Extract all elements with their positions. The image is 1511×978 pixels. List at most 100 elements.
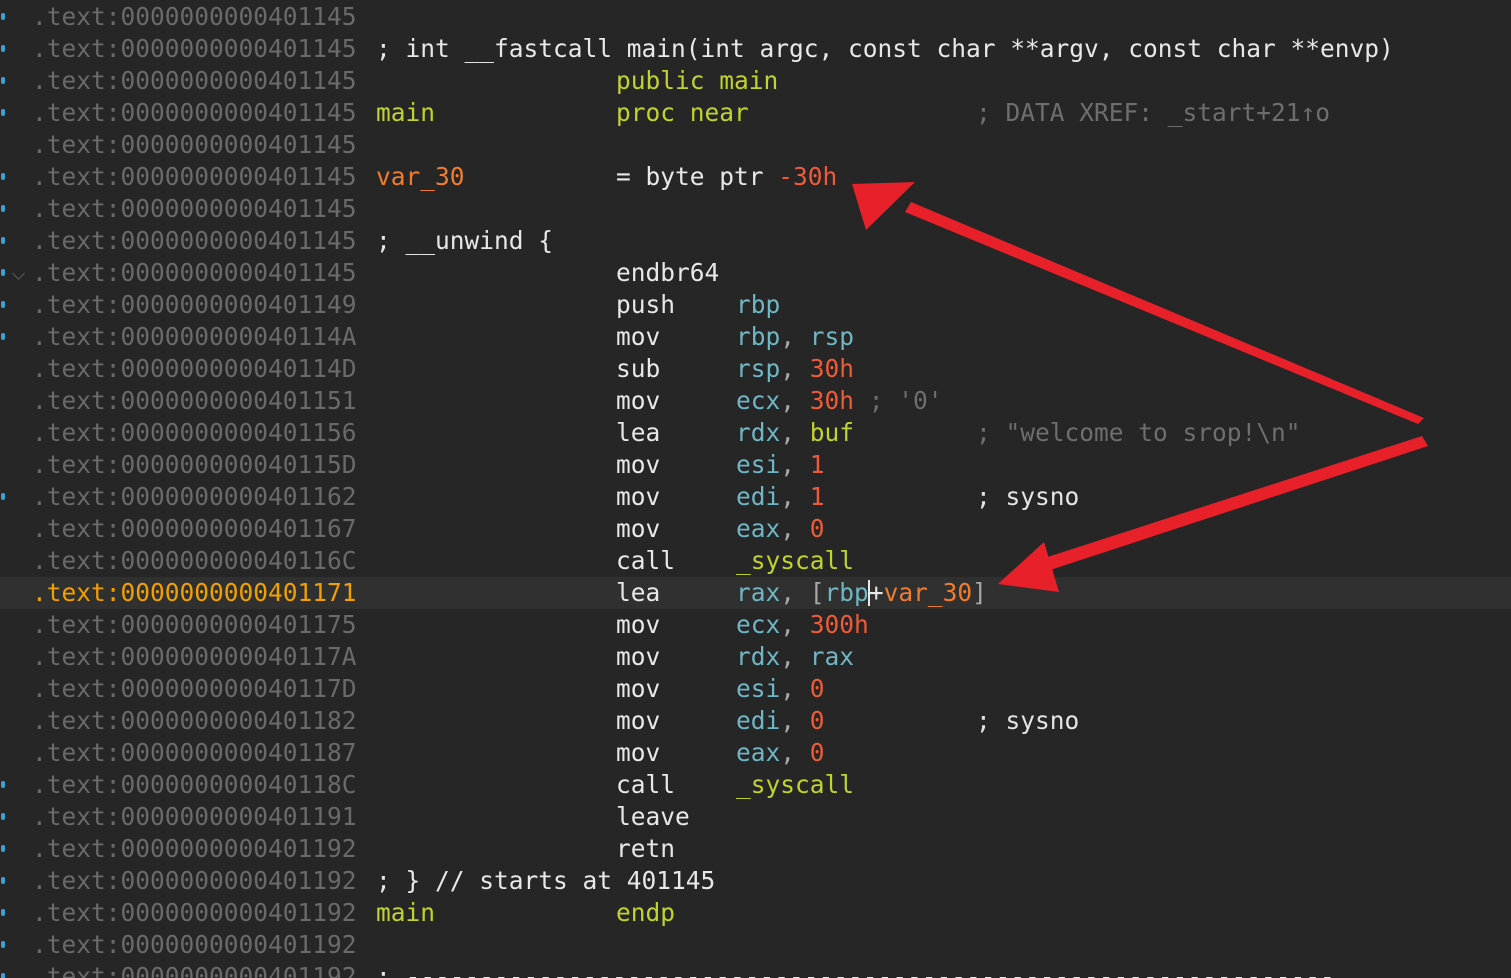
function-ref[interactable]: _syscall: [736, 546, 854, 575]
register[interactable]: rax: [810, 642, 854, 671]
immediate-value[interactable]: 1: [810, 482, 825, 511]
mnemonic[interactable]: push: [616, 289, 675, 321]
mnemonic[interactable]: call: [616, 769, 675, 801]
address[interactable]: .text:0000000000401192: [32, 929, 357, 961]
line-comment[interactable]: ; __unwind {: [376, 225, 553, 257]
register[interactable]: rax: [736, 578, 780, 607]
code-line[interactable]: .text:000000000040114A mov rbp, rsp: [0, 321, 1511, 353]
code-line[interactable]: .text:0000000000401145 ; int __fastcall m…: [0, 33, 1511, 65]
mnemonic[interactable]: mov: [616, 385, 660, 417]
code-line[interactable]: .text:0000000000401145: [0, 129, 1511, 161]
address[interactable]: .text:0000000000401145: [32, 97, 357, 129]
mnemonic[interactable]: lea: [616, 577, 660, 609]
register[interactable]: rsp: [736, 354, 780, 383]
code-line[interactable]: .text:0000000000401191 leave: [0, 801, 1511, 833]
mnemonic[interactable]: sub: [616, 353, 660, 385]
code-line[interactable]: .text:0000000000401175 mov ecx, 300h: [0, 609, 1511, 641]
code-line[interactable]: .text:0000000000401151 mov ecx, 30h ; '0': [0, 385, 1511, 417]
register[interactable]: eax: [736, 514, 780, 543]
address[interactable]: .text:0000000000401191: [32, 801, 357, 833]
code-line[interactable]: .text:000000000040117A mov rdx, rax: [0, 641, 1511, 673]
register[interactable]: esi: [736, 674, 780, 703]
mnemonic[interactable]: mov: [616, 737, 660, 769]
code-line[interactable]: .text:0000000000401145 public main: [0, 65, 1511, 97]
code-line[interactable]: .text:0000000000401162 mov edi, 1 ; sysno: [0, 481, 1511, 513]
line-comment[interactable]: ; } // starts at 401145: [376, 865, 715, 897]
offset-value[interactable]: -30h: [778, 162, 837, 191]
variable-label[interactable]: var_30: [376, 161, 465, 193]
register[interactable]: eax: [736, 738, 780, 767]
current-line[interactable]: .text:0000000000401171 lea rax, [rbp+var_3…: [0, 577, 1511, 609]
address[interactable]: .text:0000000000401182: [32, 705, 357, 737]
mnemonic[interactable]: retn: [616, 833, 675, 865]
register[interactable]: ecx: [736, 610, 780, 639]
address[interactable]: .text:000000000040117D: [32, 673, 357, 705]
code-line[interactable]: .text:0000000000401192 main endp: [0, 897, 1511, 929]
address[interactable]: .text:0000000000401145: [32, 65, 357, 97]
fold-chevron-icon[interactable]: [12, 267, 25, 280]
function-label[interactable]: main: [376, 897, 435, 929]
address[interactable]: .text:0000000000401192: [32, 961, 357, 978]
immediate-value[interactable]: 1: [810, 450, 825, 479]
address[interactable]: .text:0000000000401151: [32, 385, 357, 417]
address[interactable]: .text:0000000000401145: [32, 257, 357, 289]
address[interactable]: .text:0000000000401145: [32, 1, 357, 33]
register[interactable]: rsp: [810, 322, 854, 351]
code-line[interactable]: .text:000000000040116C call _syscall: [0, 545, 1511, 577]
register[interactable]: esi: [736, 450, 780, 479]
mnemonic[interactable]: mov: [616, 609, 660, 641]
address[interactable]: .text:0000000000401175: [32, 609, 357, 641]
code-line[interactable]: .text:0000000000401145 endbr64: [0, 257, 1511, 289]
immediate-value[interactable]: 0: [810, 706, 825, 735]
register[interactable]: rdx: [736, 418, 780, 447]
code-line[interactable]: .text:0000000000401192 ; } // starts at 4…: [0, 865, 1511, 897]
code-line[interactable]: .text:0000000000401145: [0, 1, 1511, 33]
address[interactable]: .text:0000000000401145: [32, 225, 357, 257]
mnemonic[interactable]: lea: [616, 417, 660, 449]
mnemonic[interactable]: endbr64: [616, 257, 719, 289]
address[interactable]: .text:0000000000401192: [32, 833, 357, 865]
mnemonic[interactable]: leave: [616, 801, 690, 833]
mnemonic[interactable]: endp: [616, 897, 675, 929]
code-line[interactable]: .text:0000000000401145: [0, 193, 1511, 225]
address[interactable]: .text:0000000000401162: [32, 481, 357, 513]
mnemonic[interactable]: mov: [616, 321, 660, 353]
register[interactable]: rdx: [736, 642, 780, 671]
variable-ref[interactable]: var_30: [884, 578, 973, 607]
mnemonic[interactable]: public main: [616, 65, 778, 97]
mnemonic[interactable]: mov: [616, 673, 660, 705]
mnemonic[interactable]: proc near: [616, 97, 749, 129]
address[interactable]: .text:0000000000401192: [32, 897, 357, 929]
code-line[interactable]: .text:0000000000401145 var_30 = byte ptr -…: [0, 161, 1511, 193]
code-line[interactable]: .text:0000000000401187 mov eax, 0: [0, 737, 1511, 769]
immediate-value[interactable]: 0: [810, 514, 825, 543]
address[interactable]: .text:0000000000401192: [32, 865, 357, 897]
register[interactable]: rbp: [736, 290, 780, 319]
register[interactable]: edi: [736, 482, 780, 511]
address[interactable]: .text:000000000040114A: [32, 321, 357, 353]
immediate-value[interactable]: 30h: [810, 354, 854, 383]
address[interactable]: .text:0000000000401145: [32, 193, 357, 225]
code-line[interactable]: .text:000000000040118C call _syscall: [0, 769, 1511, 801]
address[interactable]: .text:0000000000401171: [32, 577, 357, 609]
code-line[interactable]: .text:0000000000401182 mov edi, 0 ; sysno: [0, 705, 1511, 737]
register[interactable]: edi: [736, 706, 780, 735]
immediate-value[interactable]: 300h: [810, 610, 869, 639]
immediate-value[interactable]: 0: [810, 674, 825, 703]
code-line[interactable]: .text:0000000000401156 lea rdx, buf ; "welc…: [0, 417, 1511, 449]
mnemonic[interactable]: mov: [616, 641, 660, 673]
immediate-value[interactable]: 0: [810, 738, 825, 767]
address[interactable]: .text:000000000040115D: [32, 449, 357, 481]
code-line[interactable]: .text:0000000000401192: [0, 929, 1511, 961]
address[interactable]: .text:0000000000401156: [32, 417, 357, 449]
code-line[interactable]: .text:000000000040115D mov esi, 1: [0, 449, 1511, 481]
line-comment[interactable]: ; int __fastcall main(int argc, const ch…: [376, 33, 1394, 65]
address[interactable]: .text:0000000000401145: [32, 33, 357, 65]
code-line[interactable]: .text:0000000000401149 push rbp: [0, 289, 1511, 321]
code-line[interactable]: .text:0000000000401192 ; ----------------…: [0, 961, 1511, 978]
address[interactable]: .text:0000000000401145: [32, 161, 357, 193]
code-line[interactable]: .text:000000000040114D sub rsp, 30h: [0, 353, 1511, 385]
code-line[interactable]: .text:0000000000401167 mov eax, 0: [0, 513, 1511, 545]
mnemonic[interactable]: mov: [616, 705, 660, 737]
mnemonic[interactable]: mov: [616, 513, 660, 545]
